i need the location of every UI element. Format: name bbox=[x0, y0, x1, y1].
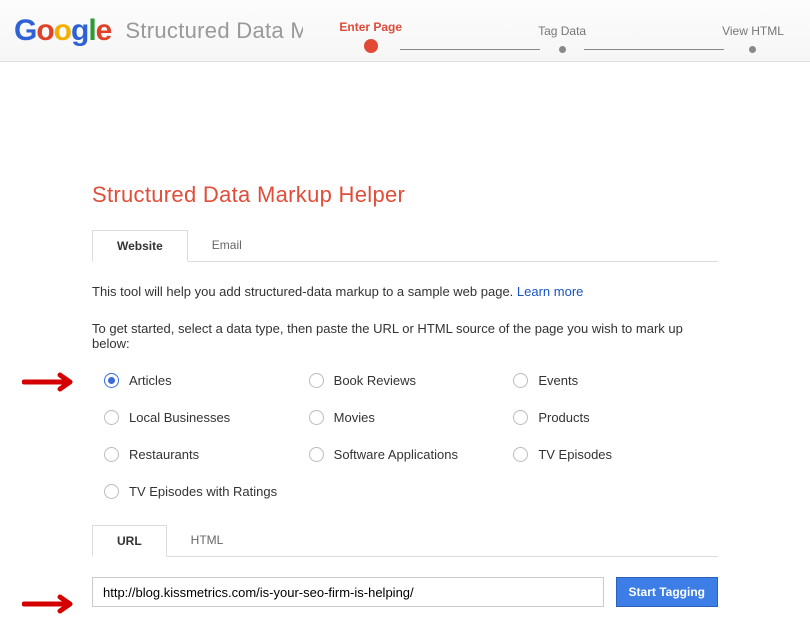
annotation-arrow-icon bbox=[22, 593, 84, 615]
google-logo: Google bbox=[14, 14, 111, 48]
progress-steps: Enter Page Tag Data View HTML bbox=[339, 9, 784, 53]
tab-email[interactable]: Email bbox=[188, 230, 266, 261]
url-input-row: Start Tagging bbox=[92, 577, 718, 607]
data-type-events[interactable]: Events bbox=[513, 373, 718, 388]
data-type-label: Local Businesses bbox=[129, 410, 230, 425]
tab-html[interactable]: HTML bbox=[167, 525, 248, 556]
data-type-label: Book Reviews bbox=[334, 373, 416, 388]
data-type-local-businesses[interactable]: Local Businesses bbox=[104, 410, 309, 425]
data-type-tv-episodes[interactable]: TV Episodes bbox=[513, 447, 718, 462]
mode-tabs: Website Email bbox=[92, 230, 718, 262]
step-enter-page: Enter Page bbox=[339, 20, 402, 53]
data-type-software-applications[interactable]: Software Applications bbox=[309, 447, 514, 462]
tab-url[interactable]: URL bbox=[92, 525, 167, 557]
radio-icon bbox=[104, 410, 119, 425]
annotation-arrow-icon bbox=[22, 371, 84, 393]
radio-icon bbox=[513, 447, 528, 462]
radio-icon bbox=[513, 373, 528, 388]
data-type-label: TV Episodes with Ratings bbox=[129, 484, 277, 499]
data-type-label: Software Applications bbox=[334, 447, 458, 462]
instructions: To get started, select a data type, then… bbox=[92, 321, 718, 351]
data-type-articles[interactable]: Articles bbox=[104, 373, 309, 388]
radio-icon bbox=[104, 447, 119, 462]
step-view-html: View HTML bbox=[722, 24, 784, 53]
data-type-label: Restaurants bbox=[129, 447, 199, 462]
radio-icon bbox=[309, 447, 324, 462]
main-content: Structured Data Markup Helper Website Em… bbox=[0, 62, 810, 607]
start-tagging-button[interactable]: Start Tagging bbox=[616, 577, 718, 607]
radio-icon bbox=[104, 484, 119, 499]
data-type-label: Articles bbox=[129, 373, 172, 388]
data-type-restaurants[interactable]: Restaurants bbox=[104, 447, 309, 462]
radio-icon bbox=[309, 373, 324, 388]
radio-icon bbox=[309, 410, 324, 425]
tab-website[interactable]: Website bbox=[92, 230, 188, 262]
radio-icon bbox=[104, 373, 119, 388]
page-heading: Structured Data Markup Helper bbox=[92, 182, 718, 208]
input-tabs: URL HTML bbox=[92, 525, 718, 557]
url-input[interactable] bbox=[92, 577, 604, 607]
data-type-label: TV Episodes bbox=[538, 447, 612, 462]
data-type-label: Products bbox=[538, 410, 589, 425]
step-tag-data: Tag Data bbox=[538, 24, 586, 53]
learn-more-link[interactable]: Learn more bbox=[517, 284, 583, 299]
data-type-book-reviews[interactable]: Book Reviews bbox=[309, 373, 514, 388]
top-bar: Google Structured Data Ma Enter Page Tag… bbox=[0, 0, 810, 62]
data-type-products[interactable]: Products bbox=[513, 410, 718, 425]
product-title: Structured Data Ma bbox=[125, 18, 303, 44]
data-type-label: Events bbox=[538, 373, 578, 388]
data-type-label: Movies bbox=[334, 410, 375, 425]
intro-text: This tool will help you add structured-d… bbox=[92, 284, 718, 299]
radio-icon bbox=[513, 410, 528, 425]
data-type-movies[interactable]: Movies bbox=[309, 410, 514, 425]
data-type-grid: Articles Book Reviews Events Local Business… bbox=[92, 373, 718, 499]
data-type-tv-episodes-with-ratings[interactable]: TV Episodes with Ratings bbox=[104, 484, 309, 499]
